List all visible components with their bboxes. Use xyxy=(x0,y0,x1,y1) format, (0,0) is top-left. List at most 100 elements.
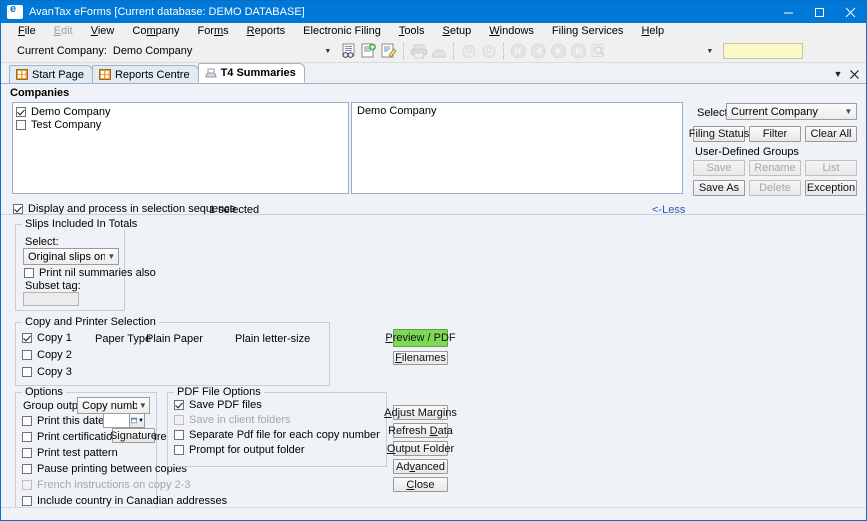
print-certification-checkbox[interactable] xyxy=(22,432,32,442)
companies-checklist[interactable]: Demo Company Test Company xyxy=(12,102,349,194)
preview-pdf-label: review / PDF xyxy=(392,332,456,344)
application-window: AvanTax eForms [Current database: DEMO D… xyxy=(0,0,867,521)
copy-3-option[interactable]: Copy 3 xyxy=(22,366,72,378)
filter-button-right[interactable]: Filter xyxy=(749,126,801,142)
tab-start-page[interactable]: Start Page xyxy=(9,65,93,83)
company-label-demo: Demo Company xyxy=(31,105,111,118)
group-save-as-button[interactable]: Save As xyxy=(693,180,745,196)
save-pdf-option[interactable]: Save PDF files xyxy=(174,399,262,411)
print-preview-icon xyxy=(429,42,449,60)
minimize-button[interactable] xyxy=(773,1,804,23)
advanced-button[interactable]: Advanced xyxy=(393,459,448,474)
window-controls xyxy=(773,1,866,23)
copy-3-checkbox[interactable] xyxy=(22,367,32,377)
adjust-margins-button[interactable]: Adjust Margins xyxy=(384,405,457,420)
save-pdf-checkbox[interactable] xyxy=(174,400,184,410)
new-company-icon[interactable] xyxy=(359,42,379,60)
title-bar: AvanTax eForms [Current database: DEMO D… xyxy=(1,1,866,23)
print-this-date-checkbox[interactable] xyxy=(22,416,32,426)
search-dropdown-icon[interactable]: ▼ xyxy=(705,48,715,55)
edit-company-icon[interactable] xyxy=(379,42,399,60)
t4-summaries-icon xyxy=(205,68,217,79)
tab-start-page-label: Start Page xyxy=(32,68,84,81)
menu-view[interactable]: View xyxy=(82,23,124,39)
print-test-pattern-checkbox[interactable] xyxy=(22,448,32,458)
company-label-test: Test Company xyxy=(31,118,102,131)
tab-t4-summaries[interactable]: T4 Summaries xyxy=(197,63,305,83)
save-pdf-label: Save PDF files xyxy=(189,399,262,411)
print-test-pattern-option[interactable]: Print test pattern xyxy=(22,447,118,459)
save-client-folders-checkbox xyxy=(174,415,184,425)
close-dialog-button[interactable]: Close xyxy=(393,477,448,492)
copy-1-option[interactable]: Copy 1 xyxy=(22,332,72,344)
menu-edit: Edit xyxy=(53,25,73,37)
prompt-output-folder-option[interactable]: Prompt for output folder xyxy=(174,444,305,456)
app-logo-icon xyxy=(7,3,23,19)
company-checkbox-demo[interactable] xyxy=(16,106,26,117)
date-picker-button[interactable]: ▼ xyxy=(129,413,145,428)
tab-t4-summaries-label: T4 Summaries xyxy=(220,67,296,79)
pause-printing-option[interactable]: Pause printing between copies xyxy=(22,463,187,475)
menu-help[interactable]: Help xyxy=(632,23,673,39)
pause-printing-checkbox[interactable] xyxy=(22,464,32,474)
output-folder-button[interactable]: Output Folder xyxy=(387,441,454,456)
print-nil-summaries-option[interactable]: Print nil summaries also xyxy=(24,267,156,279)
find-company-icon[interactable] xyxy=(339,42,359,60)
copy-1-checkbox[interactable] xyxy=(22,333,32,343)
close-button[interactable] xyxy=(835,1,866,23)
display-sequence-checkbox[interactable] xyxy=(13,204,23,214)
menu-company[interactable]: Company xyxy=(123,23,188,39)
company-dropdown-icon[interactable]: ▼ xyxy=(323,48,333,55)
signature-button[interactable]: Signature xyxy=(110,428,157,443)
include-country-option[interactable]: Include country in Canadian addresses xyxy=(22,495,227,507)
menu-forms[interactable]: Forms xyxy=(188,23,237,39)
tab-close-icon[interactable] xyxy=(846,66,862,82)
copy-2-checkbox[interactable] xyxy=(22,350,32,360)
menu-file-label: ile xyxy=(24,25,36,37)
filenames-button[interactable]: Filenames xyxy=(393,351,448,365)
menu-file[interactable]: File xyxy=(9,23,45,39)
tab-reports-centre[interactable]: Reports Centre xyxy=(91,65,199,83)
print-this-date-option[interactable]: Print this date xyxy=(22,415,104,427)
company-checkbox-test[interactable] xyxy=(16,119,26,130)
maximize-button[interactable] xyxy=(804,1,835,23)
next-record-icon xyxy=(549,42,569,60)
clear-all-button[interactable]: Clear All xyxy=(805,126,857,142)
menu-tools[interactable]: Tools xyxy=(390,23,434,39)
prompt-output-folder-checkbox[interactable] xyxy=(174,445,184,455)
group-delete-button: Delete xyxy=(749,180,801,196)
slips-select-combo[interactable]: Original slips only ▼ xyxy=(23,248,119,265)
tab-list-dropdown-icon[interactable]: ▼ xyxy=(830,66,846,82)
list-item[interactable]: Test Company xyxy=(13,118,348,131)
selected-companies-panel[interactable]: Demo Company xyxy=(351,102,683,194)
chevron-down-icon: ▼ xyxy=(107,252,116,261)
menu-setup[interactable]: Setup xyxy=(434,23,481,39)
selected-company-label: Demo Company xyxy=(357,104,437,117)
separate-pdf-checkbox[interactable] xyxy=(174,430,184,440)
group-exception-button[interactable]: Exception xyxy=(805,180,857,196)
separate-pdf-option[interactable]: Separate Pdf file for each copy number xyxy=(174,429,380,441)
menu-windows[interactable]: Windows xyxy=(480,23,543,39)
select-company-combo[interactable]: Current Company ▼ xyxy=(726,103,857,120)
preview-pdf-button[interactable]: Preview / PDF xyxy=(385,329,456,347)
search-input[interactable] xyxy=(722,43,803,59)
pdf-options-title: PDF File Options xyxy=(174,386,264,398)
list-item[interactable]: Demo Company xyxy=(13,105,348,118)
user-defined-groups-label: User-Defined Groups xyxy=(695,146,799,158)
french-instructions-label: French instructions on copy 2-3 xyxy=(37,479,191,491)
menu-reports[interactable]: Reports xyxy=(238,23,295,39)
filing-status-button[interactable]: Filing Status xyxy=(689,126,749,142)
section-divider xyxy=(1,214,866,215)
refresh-data-button[interactable]: Refresh Data xyxy=(388,423,453,438)
copy-2-option[interactable]: Copy 2 xyxy=(22,349,72,361)
menu-electronic-filing[interactable]: Electronic Filing xyxy=(294,23,390,39)
group-output-combo[interactable]: Copy number ▼ xyxy=(77,397,150,414)
list-item: Demo Company xyxy=(352,103,682,117)
menu-filing-services[interactable]: Filing Services xyxy=(543,23,633,39)
include-country-checkbox[interactable] xyxy=(22,496,32,506)
reports-centre-icon xyxy=(98,69,111,80)
pause-printing-label: Pause printing between copies xyxy=(37,463,187,475)
print-nil-summaries-checkbox[interactable] xyxy=(24,268,34,278)
current-company-value: Demo Company xyxy=(112,45,193,57)
subset-tag-input[interactable] xyxy=(23,292,79,306)
